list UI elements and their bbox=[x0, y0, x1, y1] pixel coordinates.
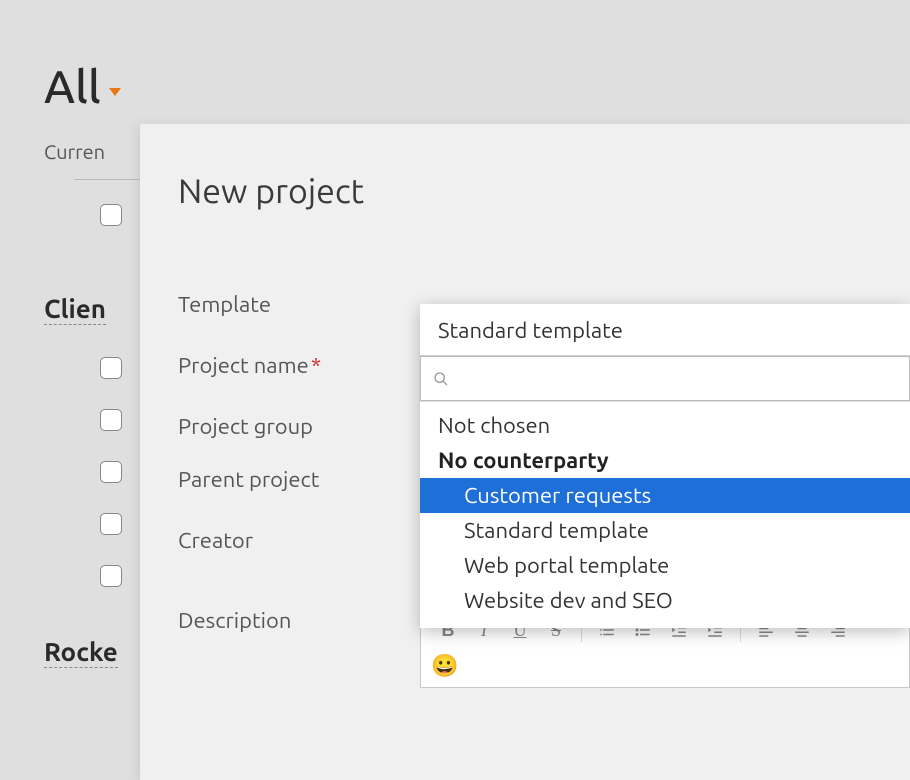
dropdown-list: Not chosen No counterparty Customer requ… bbox=[420, 402, 910, 628]
checkbox[interactable] bbox=[100, 204, 122, 226]
page-title: All bbox=[44, 60, 101, 112]
section-header[interactable]: Clien bbox=[44, 294, 106, 325]
dropdown-selected-value[interactable]: Standard template bbox=[420, 304, 910, 355]
checkbox[interactable] bbox=[100, 513, 122, 535]
dropdown-item-standard-template[interactable]: Standard template bbox=[420, 513, 910, 548]
template-dropdown: Standard template Not chosen No counterp… bbox=[420, 304, 910, 628]
dropdown-item-customer-requests[interactable]: Customer requests bbox=[420, 478, 910, 513]
dropdown-item-web-portal[interactable]: Web portal template bbox=[420, 548, 910, 583]
checkbox[interactable] bbox=[100, 409, 122, 431]
required-star-icon: * bbox=[311, 353, 321, 378]
template-label: Template bbox=[178, 290, 420, 317]
checkbox[interactable] bbox=[100, 565, 122, 587]
project-group-label: Project group bbox=[178, 412, 420, 439]
search-icon bbox=[433, 371, 449, 387]
page-title-dropdown[interactable]: All bbox=[44, 60, 910, 112]
description-label: Description bbox=[178, 606, 420, 633]
dropdown-search[interactable] bbox=[420, 356, 910, 401]
dropdown-item-not-chosen[interactable]: Not chosen bbox=[420, 408, 910, 443]
dropdown-group-header: No counterparty bbox=[420, 443, 910, 478]
checkbox[interactable] bbox=[100, 461, 122, 483]
project-name-label: Project name* bbox=[178, 351, 420, 378]
checkbox[interactable] bbox=[100, 357, 122, 379]
chevron-down-icon bbox=[109, 88, 121, 96]
filter-label: Curren bbox=[44, 140, 105, 163]
creator-label: Creator bbox=[178, 526, 420, 553]
section-header[interactable]: Rocke bbox=[44, 637, 118, 668]
modal-title: New project bbox=[178, 172, 910, 210]
dropdown-item-website-dev[interactable]: Website dev and SEO bbox=[420, 583, 910, 618]
emoji-button[interactable]: 😀 bbox=[421, 651, 909, 687]
search-input[interactable] bbox=[459, 367, 897, 390]
parent-project-label: Parent project bbox=[178, 465, 420, 492]
